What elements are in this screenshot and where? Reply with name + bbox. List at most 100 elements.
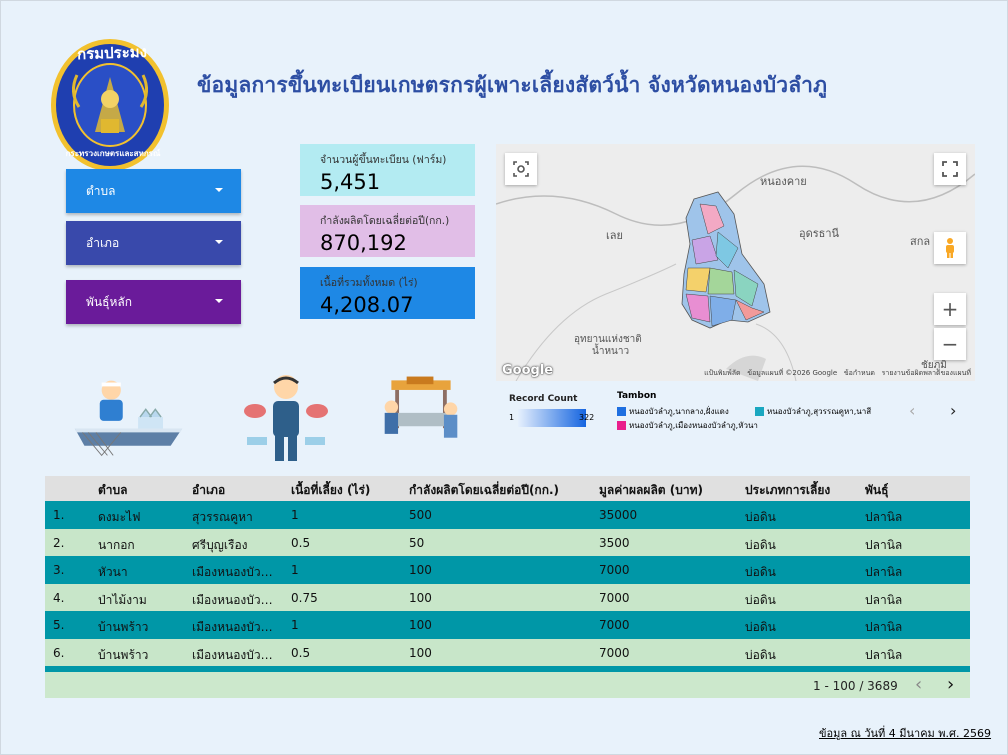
map-legend: Record Count 1 322 Tambon หนองบัวลำภู,นา… — [509, 391, 979, 436]
my-location-button[interactable] — [505, 153, 537, 185]
cell-area: 0.75 — [291, 590, 318, 605]
cell-n: 1. — [53, 508, 65, 522]
cell-tambon: หัวนา — [98, 565, 128, 579]
cell-value: 7000 — [599, 645, 630, 660]
cell-amphoe: เมืองหนองบัวลำภู — [192, 620, 280, 634]
cell-tambon: ดงมะไฟ — [98, 510, 141, 524]
street-view-pegman[interactable] — [934, 232, 966, 264]
cell-type: บ่อดิน — [745, 592, 776, 607]
filter-species-dropdown[interactable]: พันธุ์หลัก — [66, 280, 241, 324]
logo-bottom-text: กระทรวงเกษตรและสหกรณ์ — [65, 149, 161, 158]
cell-species: ปลานิล — [865, 565, 903, 579]
legend-prev-button[interactable]: ‹ — [909, 401, 915, 420]
cell-prod: 50 — [409, 535, 425, 550]
cell-tambon: บ้านพร้าว — [98, 620, 149, 634]
cell-value: 7000 — [599, 618, 630, 632]
keyboard-shortcuts-link[interactable]: แป้นพิมพ์ลัด — [704, 369, 740, 377]
table-row[interactable]: 5. บ้านพร้าว เมืองหนองบัวลำภู 1 100 7000 บ่อดิ… — [45, 611, 970, 639]
filter-label: พันธุ์หลัก — [86, 294, 132, 309]
map-data-text: ข้อมูลแผนที่ ©2026 Google — [747, 369, 838, 377]
table-row[interactable]: 3. หัวนา เมืองหนองบัวลำภู 1 100 7000 บ่อดิน ปลา… — [45, 556, 970, 584]
filter-amphoe-dropdown[interactable]: อำเภอ — [66, 221, 241, 265]
map-attribution: แป้นพิมพ์ลัด ข้อมูลแผนที่ ©2026 Google ข… — [704, 368, 971, 379]
filter-tambon-dropdown[interactable]: ตำบล — [66, 169, 241, 213]
column-header-production[interactable]: กำลังผลิตโดยเฉลี่ยต่อปี(กก.) — [409, 481, 559, 500]
cell-species: ปลานิล — [865, 620, 903, 634]
zoom-in-button[interactable]: + — [934, 293, 966, 325]
table-row-partial — [45, 666, 970, 672]
cell-amphoe: เมืองหนองบัวลำภู — [192, 647, 280, 662]
cell-n: 5. — [53, 618, 65, 632]
cell-species: ปลานิล — [865, 510, 903, 524]
cell-area: 1 — [291, 563, 299, 577]
map-place-label: สกล — [910, 235, 931, 248]
legend-swatch — [617, 407, 626, 416]
legend-swatch — [755, 407, 764, 416]
cell-amphoe: ศรีบุญเรือง — [192, 537, 248, 552]
kpi-farm-count-card: จำนวนผู้ขึ้นทะเบียน (ฟาร์ม) 5,451 — [300, 144, 475, 196]
fullscreen-icon — [942, 161, 958, 177]
caret-down-icon — [215, 240, 223, 244]
column-header-area[interactable]: เนื้อที่เลี้ยง (ไร่) — [291, 481, 370, 500]
fisherman-boat-illustration — [74, 380, 183, 457]
location-icon — [513, 161, 529, 177]
cell-type: บ่อดิน — [745, 565, 776, 579]
next-page-button[interactable]: › — [947, 674, 954, 695]
cell-n: 2. — [53, 535, 65, 550]
table-row[interactable]: 2. นากอก ศรีบุญเรือง 0.5 50 3500 บ่อดิน ปลานิล — [45, 528, 970, 556]
filter-label: ตำบล — [86, 183, 116, 198]
map-place-label: อุดรธานี — [799, 227, 840, 240]
logo-top-text: กรมประมง — [76, 42, 148, 64]
map-panel[interactable]: หนองคาย เลย อุดรธานี สกล อุทยานแห่งชาติ … — [496, 144, 975, 381]
cell-species: ปลานิล — [865, 537, 903, 552]
cell-type: บ่อดิน — [745, 647, 776, 662]
data-as-of-link[interactable]: ข้อมูล ณ วันที่ 4 มีนาคม พ.ศ. 2569 — [819, 724, 991, 742]
column-header-type[interactable]: ประเภทการเลี้ยง — [745, 481, 830, 500]
cell-type: บ่อดิน — [745, 620, 776, 634]
cell-prod: 100 — [409, 563, 432, 577]
legend-item-label: หนองบัวลำภู,นากลาง,ฝั่งแดง — [629, 407, 729, 416]
report-error-link[interactable]: รายงานข้อผิดพลาดของแผนที่ — [882, 369, 971, 377]
fullscreen-button[interactable] — [934, 153, 966, 185]
map-canvas[interactable] — [496, 144, 975, 381]
fish-seller-illustration — [244, 375, 328, 461]
legend-next-button[interactable]: › — [950, 401, 956, 420]
zoom-out-button[interactable]: − — [934, 328, 966, 360]
legend-item: หนองบัวลำภู,สุวรรณคูหา,นาสี — [755, 405, 871, 418]
terms-link[interactable]: ข้อกำหนด — [844, 369, 875, 377]
tambon-legend-title: Tambon — [617, 391, 657, 401]
previous-page-button[interactable]: ‹ — [915, 674, 922, 695]
market-stall-illustration — [384, 376, 458, 438]
table-row[interactable]: 4. ป่าไม้งาม เมืองหนองบัวลำภู 0.75 100 7000 บ่… — [45, 583, 970, 611]
cell-n: 6. — [53, 645, 65, 660]
dashboard-page: กรมประมง กระทรวงเกษตรและสหกรณ์ ข้อมูลการ… — [0, 0, 1008, 755]
kpi-area-card: เนื้อที่รวมทั้งหมด (ไร่) 4,208.07 — [300, 267, 475, 319]
legend-item-label: หนองบัวลำภู,สุวรรณคูหา,นาสี — [767, 407, 872, 416]
column-header-species[interactable]: พันธุ์ — [865, 481, 888, 500]
kpi-label: กำลังผลิตโดยเฉลี่ยต่อปี(กก.) — [320, 215, 450, 227]
record-count-gradient — [518, 409, 586, 427]
column-header-amphoe[interactable]: อำเภอ — [192, 481, 225, 500]
kpi-production-card: กำลังผลิตโดยเฉลี่ยต่อปี(กก.) 870,192 — [300, 205, 475, 257]
legend-item: หนองบัวลำภู,เมืองหนองบัวลำภู,หัวนา — [617, 419, 758, 432]
table-row[interactable]: 6. บ้านพร้าว เมืองหนองบัวลำภู 0.5 100 7000 บ่อ… — [45, 638, 970, 666]
cell-prod: 100 — [409, 590, 432, 605]
cell-amphoe: สุวรรณคูหา — [192, 510, 253, 524]
cell-tambon: นากอก — [98, 537, 135, 552]
cell-prod: 100 — [409, 645, 432, 660]
legend-item-label: หนองบัวลำภู,เมืองหนองบัวลำภู,หัวนา — [629, 421, 758, 430]
column-header-value[interactable]: มูลค่าผลผลิต (บาท) — [599, 481, 703, 500]
cell-value: 3500 — [599, 535, 630, 550]
cell-value: 7000 — [599, 563, 630, 577]
cell-species: ปลานิล — [865, 647, 903, 662]
cell-area: 1 — [291, 508, 299, 522]
map-place-label: เลย — [606, 229, 623, 242]
legend-item: หนองบัวลำภู,นากลาง,ฝั่งแดง — [617, 405, 729, 418]
cell-amphoe: เมืองหนองบัวลำภู — [192, 565, 280, 579]
cell-tambon: ป่าไม้งาม — [98, 592, 147, 607]
filter-label: อำเภอ — [86, 235, 120, 250]
google-logo: Google — [502, 363, 554, 378]
column-header-tambon[interactable]: ตำบล — [98, 481, 128, 500]
page-title: ข้อมูลการขึ้นทะเบียนเกษตรกรผู้เพาะเลี้ยง… — [197, 73, 828, 97]
table-row[interactable]: 1. ดงมะไฟ สุวรรณคูหา 1 500 35000 บ่อดิน ปลานิล — [45, 501, 970, 529]
